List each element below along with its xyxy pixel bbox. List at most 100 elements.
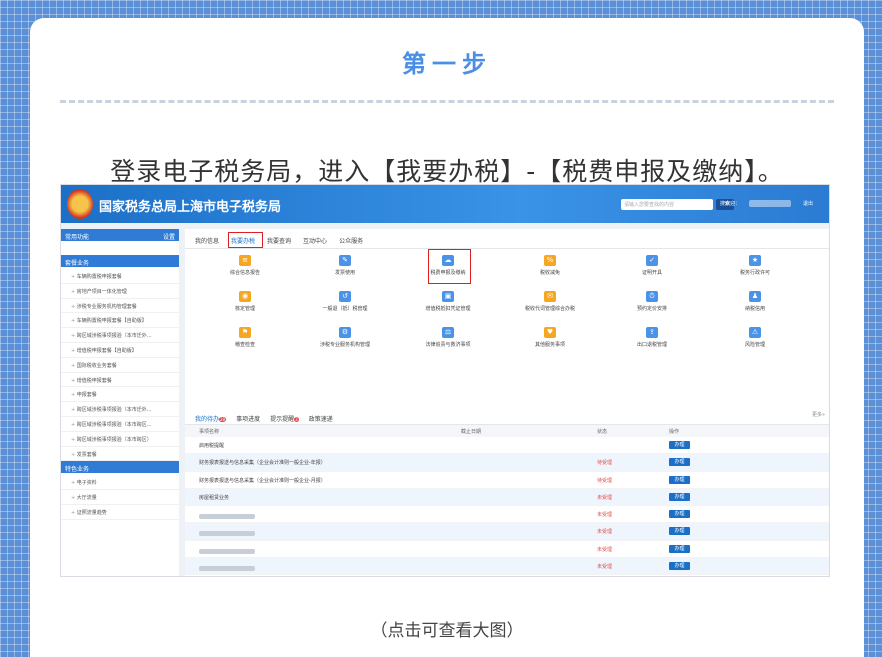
tab-item[interactable]: 互动中心: [303, 236, 327, 248]
table-row: 未受理办理: [185, 575, 829, 576]
sidebar-item[interactable]: 发票套餐: [61, 447, 179, 462]
sidebar-head-special[interactable]: 特色业务: [61, 461, 179, 474]
service-tile[interactable]: % 税收减免: [515, 255, 585, 276]
col-status: 状态: [597, 429, 608, 435]
sidebar-item[interactable]: 增值税申报套餐【自助版】: [61, 343, 179, 358]
table-row: 财务报表报送与信息采集（企业会计准则一般企业-年报） 待受理 办理: [185, 454, 829, 472]
sidebar-item[interactable]: 车辆购置税申报套餐: [61, 269, 179, 284]
service-label: 出口退税管理: [636, 342, 667, 348]
sidebar-package-list: 车辆购置税申报套餐房地产项目一体化管理涉税专业服务机构管理套餐车辆购置税申报套餐…: [61, 269, 179, 462]
search-input[interactable]: 请输入您要查找的内容: [621, 199, 713, 210]
sidebar-item[interactable]: 车辆购置税申报套餐【自助版】: [61, 313, 179, 329]
service-tile[interactable]: ⇪ 出口退税管理: [617, 327, 687, 348]
service-tile[interactable]: ✓ 证明开具: [617, 255, 687, 276]
service-icon: ⚙: [339, 327, 351, 338]
sidebar-special-list: 电子资料大厅流量证照流量趋势: [61, 475, 179, 520]
service-tile[interactable]: ◉ 核定管理: [210, 291, 280, 312]
service-label: 预约定价安排: [636, 306, 667, 312]
handle-button[interactable]: 办理: [669, 458, 690, 467]
sidebar-head-common[interactable]: 常用功能 设置: [61, 229, 179, 241]
screenshot-image[interactable]: 国家税务总局上海市电子税务局 请输入您要查找的内容 搜索 欢迎： 退出 常用功能…: [60, 184, 830, 577]
service-icon: ✓: [646, 255, 658, 266]
sidebar-item[interactable]: 跨区域涉税事项报验（本市跨区）: [61, 432, 179, 447]
service-tile[interactable]: ✎ 发票使用: [310, 255, 380, 276]
service-icon: ≡: [239, 255, 251, 266]
service-label: 税务行政许可: [739, 270, 770, 276]
handle-button[interactable]: 办理: [669, 441, 690, 449]
service-icon: ▣: [442, 291, 454, 302]
handle-button[interactable]: 办理: [669, 492, 690, 501]
tab-highlight-box: [228, 232, 263, 248]
service-label: 发票使用: [334, 270, 355, 276]
col-name: 事项名称: [199, 429, 220, 435]
service-label: 法律追责与救济事项: [425, 342, 471, 348]
caption: （点击可查看大图）: [370, 621, 524, 641]
sidebar-head-label: 常用功能: [65, 234, 90, 241]
instruction-text: 登录电子税务局，进入【我要办税】-【税费申报及缴纳】。: [110, 157, 784, 186]
service-tile[interactable]: ▣ 增值税抵扣凭证管理: [413, 291, 483, 312]
tab-item[interactable]: 公众服务: [339, 236, 363, 248]
list-tab[interactable]: 提示提醒3: [270, 414, 299, 424]
service-icon: %: [544, 255, 556, 266]
handle-button[interactable]: 办理: [669, 510, 690, 519]
sidebar-item[interactable]: 国际税收业务套餐: [61, 358, 179, 373]
more-link[interactable]: 更多»: [812, 411, 825, 418]
table-row: 未受理办理: [185, 541, 829, 559]
sidebar-item[interactable]: 增值税申报套餐: [61, 373, 179, 388]
tab-item[interactable]: 我的信息: [195, 236, 219, 248]
service-icon: ♥: [544, 327, 556, 338]
sidebar-item[interactable]: 跨区域涉税事项报验（本市迁外...: [61, 328, 179, 343]
service-tile[interactable]: ✉ 税收代词管理综合办税: [515, 291, 585, 312]
handle-button[interactable]: 办理: [669, 562, 690, 571]
tile-highlight-box: [428, 249, 471, 284]
task-name: 房屋租赁业务: [199, 494, 230, 501]
sidebar-item[interactable]: 房地产项目一体化管理: [61, 284, 179, 299]
service-tile[interactable]: ⚙ 涉税专业服务机构管理: [310, 327, 380, 348]
handle-button[interactable]: 办理: [669, 475, 690, 484]
list-tab[interactable]: 事项进度: [236, 414, 260, 424]
task-table: 启用税提醒 办理 财务报表报送与信息采集（企业会计准则一般企业-年报） 待受理 办理 财务…: [185, 437, 829, 576]
service-tile[interactable]: ♥ 其他服务事项: [515, 327, 585, 348]
service-tile[interactable]: ♟ 纳税信用: [720, 291, 790, 312]
site-header: 国家税务总局上海市电子税务局 请输入您要查找的内容 搜索 欢迎： 退出: [61, 185, 829, 223]
service-tile[interactable]: ⚖ 法律追责与救济事项: [413, 327, 483, 348]
table-row: 启用税提醒 办理: [185, 437, 829, 455]
service-label: 风险管理: [744, 342, 765, 348]
service-icon: ✉: [544, 291, 556, 302]
sidebar-item[interactable]: 申报套餐: [61, 387, 179, 403]
service-tile[interactable]: ⚑ 稽查检查: [210, 327, 280, 348]
service-label: 稽查检查: [234, 342, 255, 348]
sidebar-settings-link[interactable]: 设置: [163, 232, 175, 241]
list-tab[interactable]: 政策速递: [309, 414, 333, 424]
task-status: 未受理: [597, 529, 613, 536]
main-tabs: 我的信息 我要办税 我要查询 互动中心 公众服务: [185, 229, 829, 249]
service-label: 税收代词管理综合办税: [524, 306, 575, 312]
list-tab-label: 事项进度: [236, 416, 261, 423]
list-tab[interactable]: 我的待办28: [195, 414, 227, 424]
sidebar-head-packages[interactable]: 套餐业务: [61, 255, 179, 267]
task-status: 待受理: [597, 477, 613, 484]
service-tile[interactable]: ↺ 一般退（抵）税管理: [310, 291, 380, 312]
service-tile[interactable]: ≡ 综合信息报告: [210, 255, 280, 276]
sidebar-item[interactable]: 证照流量趋势: [61, 505, 179, 520]
exit-link[interactable]: 退出: [803, 200, 813, 207]
sidebar-item[interactable]: 跨区域涉税事项报验（本市迁外...: [61, 402, 179, 417]
service-label: 证明开具: [641, 270, 662, 276]
sidebar: 常用功能 设置 套餐业务 车辆购置税申报套餐房地产项目一体化管理涉税专业服务机构…: [61, 229, 179, 576]
sidebar-item[interactable]: 大厅流量: [61, 490, 179, 505]
sidebar-item[interactable]: 涉税专业服务机构管理套餐: [61, 299, 179, 314]
service-tile[interactable]: ★ 税务行政许可: [720, 255, 790, 276]
dashed-divider: [60, 100, 834, 103]
sidebar-item[interactable]: 电子资料: [61, 475, 179, 491]
handle-button[interactable]: 办理: [669, 544, 690, 553]
tab-item[interactable]: 我要查询: [267, 236, 291, 248]
blurred-username: [749, 200, 791, 207]
sidebar-item[interactable]: 跨区域涉税事项报验（本市跨区...: [61, 417, 179, 432]
table-row: 未受理 办理: [185, 523, 829, 541]
service-label: 增值税抵扣凭证管理: [425, 306, 471, 312]
service-tile[interactable]: ⏱ 预约定价安排: [617, 291, 687, 312]
service-icon: ⚠: [749, 327, 761, 338]
handle-button[interactable]: 办理: [669, 527, 690, 536]
col-action: 操作: [669, 429, 680, 435]
service-tile[interactable]: ⚠ 风险管理: [720, 327, 790, 348]
